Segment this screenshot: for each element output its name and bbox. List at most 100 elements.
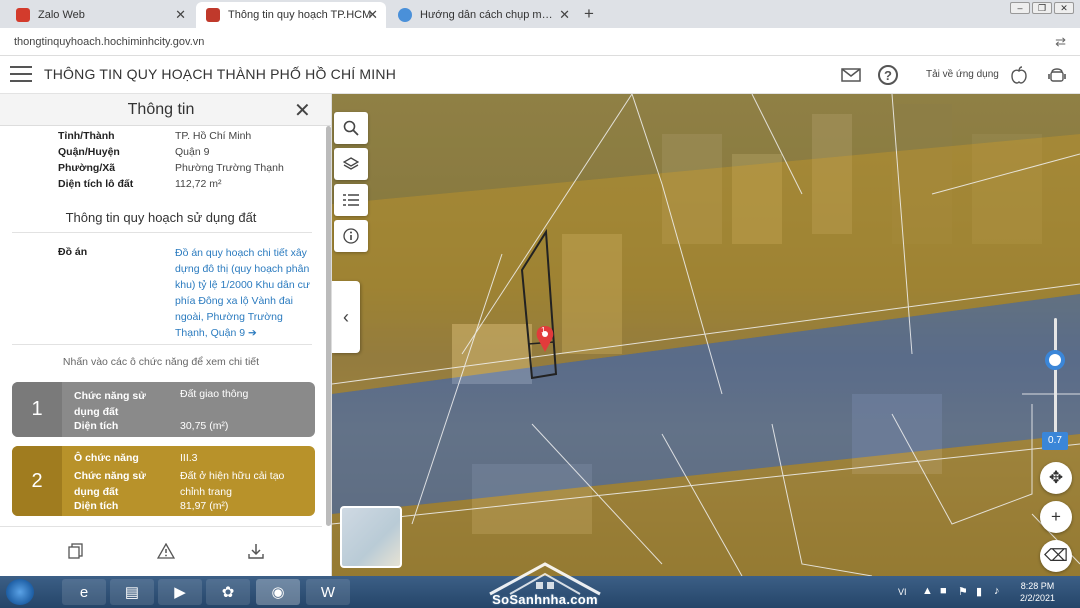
ie-icon[interactable]: e [62,579,106,605]
hamburger-icon[interactable] [10,66,32,82]
tray-app-icon[interactable]: ■ [940,585,947,597]
zoom-value-badge: 0.7 [1042,432,1068,450]
close-icon[interactable]: ✕ [294,98,311,123]
zoom-slider-track[interactable] [1054,318,1057,446]
field-key-district: Quận/Huyện [58,146,120,158]
card-row-value: Đất ở hiện hữu cải tạo chỉnh trang [180,470,285,498]
pan-button[interactable]: ✥ [1040,462,1072,494]
field-value-ward: Phường Trường Thạnh [175,162,284,174]
tab-quy-hoach[interactable]: Thông tin quy hoạch TP.HCM ✕ [196,2,386,28]
plus-icon: + [1051,507,1061,526]
divider [12,232,312,233]
panel-footer [0,526,322,576]
tab-huong-dan[interactable]: Hướng dẫn cách chụp màn hình ✕ [388,2,578,28]
map-canvas[interactable] [332,94,1080,576]
warning-icon[interactable] [156,541,176,561]
tab-label: Zalo Web [38,9,85,21]
tab-zalo[interactable]: Zalo Web ✕ [6,2,194,28]
map-layers-button[interactable] [334,148,368,180]
watermark: SoSanhnha.com [470,560,620,608]
field-value-district: Quận 9 [175,146,210,158]
section-title: Thông tin quy hoạch sử dụng đất [65,210,257,225]
zoom-slider-handle[interactable] [1045,350,1065,370]
panel-scrollbar[interactable] [326,126,331,526]
close-icon[interactable]: ✕ [367,7,378,23]
map-list-button[interactable] [334,184,368,216]
language-indicator[interactable]: VI [898,587,907,597]
tray-arrow-icon[interactable]: ▲ [922,585,933,597]
hint-text: Nhấn vào các ô chức năng để xem chi tiết [62,356,260,368]
move-icon: ✥ [1048,468,1064,487]
close-icon[interactable]: ✕ [559,7,570,23]
system-clock[interactable]: 8:28 PM 2/2/2021 [1020,580,1055,604]
restore-icon[interactable]: ❐ [1032,2,1052,14]
clock-time: 8:28 PM [1020,581,1055,591]
land-use-card-2[interactable]: 2 Ô chức năng III.3 Chức năng sử dụng đấ… [12,446,315,516]
plan-link[interactable]: Đồ án quy hoạch chi tiết xây dựng đô thị… [175,245,310,341]
minimize-icon[interactable]: – [1010,2,1030,14]
map-search-button[interactable] [334,112,368,144]
start-button[interactable] [6,579,34,605]
layers-icon [343,157,359,170]
app-header: THÔNG TIN QUY HOẠCH THÀNH PHỐ HỒ CHÍ MIN… [0,56,1080,94]
field-key-province: Tỉnh/Thành [58,130,115,142]
tab-label: Hướng dẫn cách chụp màn hình [420,9,558,21]
card-row-key: Chức năng sử dụng đất [74,470,146,498]
panel-title: Thông tin [127,101,195,118]
copy-icon[interactable] [66,541,86,561]
map-info-button[interactable] [334,220,368,252]
close-window-icon[interactable]: ✕ [1054,2,1074,14]
field-value-province: TP. Hồ Chí Minh [175,130,252,142]
collapse-panel-button[interactable]: ‹ [332,281,360,353]
network-icon[interactable]: ▮ [976,585,982,598]
zoom-in-button[interactable]: + [1040,501,1072,533]
explorer-icon[interactable]: ▤ [110,579,154,605]
watermark-text: SoSanhnha.com [492,592,598,607]
window-controls: – ❐ ✕ [1010,2,1074,14]
flag-icon[interactable]: ⚑ [958,585,968,598]
land-use-card-1[interactable]: 1 Chức năng sử dụng đất Đất giao thông D… [12,382,315,437]
plan-key: Đồ án [58,246,88,258]
map-view[interactable] [332,94,1080,576]
field-key-area: Diện tích lô đất [58,178,134,190]
card-row-key: Diện tích [74,500,119,512]
volume-icon[interactable]: ♪ [994,585,1000,597]
download-app-label[interactable]: Tải về ứng dụng [926,69,999,80]
info-icon [343,228,359,244]
search-icon [343,120,359,136]
word-icon[interactable]: W [306,579,350,605]
tab-label: Thông tin quy hoạch TP.HCM [228,9,372,21]
qh-favicon-icon [206,8,220,22]
apple-icon[interactable] [1008,64,1030,86]
page-title: THÔNG TIN QUY HOẠCH THÀNH PHỐ HỒ CHÍ MIN… [44,66,396,82]
info-panel: Thông tin ✕ Tỉnh/Thành TP. Hồ Chí Minh Q… [0,94,332,576]
zalo-icon[interactable]: ✿ [206,579,250,605]
marker-label: 1 [541,326,546,335]
guide-favicon-icon [398,8,412,22]
card-row-value: III.3 [180,452,198,464]
divider [12,344,312,345]
panel-header: Thông tin ✕ [0,94,331,126]
close-icon[interactable]: ✕ [175,7,186,23]
new-tab-button[interactable]: + [584,4,594,24]
map-style-button[interactable]: ⌫ [1040,540,1072,572]
mail-icon[interactable] [840,64,862,86]
chevron-left-icon: ‹ [343,306,349,327]
translate-icon[interactable]: ⇄ [1055,34,1066,50]
download-icon[interactable] [246,541,266,561]
address-bar[interactable]: thongtinquyhoach.hochiminhcity.gov.vn ⇄ [0,28,1080,56]
url-text[interactable]: thongtinquyhoach.hochiminhcity.gov.vn [14,36,204,48]
android-icon[interactable] [1046,64,1068,86]
minimap[interactable] [340,506,402,568]
card-number: 1 [12,382,62,437]
card-row-value: 81,97 (m²) [180,500,229,512]
help-icon[interactable]: ? [878,65,898,85]
card-row-key: Ô chức năng [74,452,139,464]
zalo-favicon-icon [16,8,30,22]
media-icon[interactable]: ▶ [158,579,202,605]
watermark-house-logo [489,562,601,596]
field-value-area: 112,72 m² [175,178,222,190]
card-number: 2 [12,446,62,516]
clock-date: 2/2/2021 [1020,593,1056,603]
chrome-icon[interactable]: ◉ [256,579,300,605]
